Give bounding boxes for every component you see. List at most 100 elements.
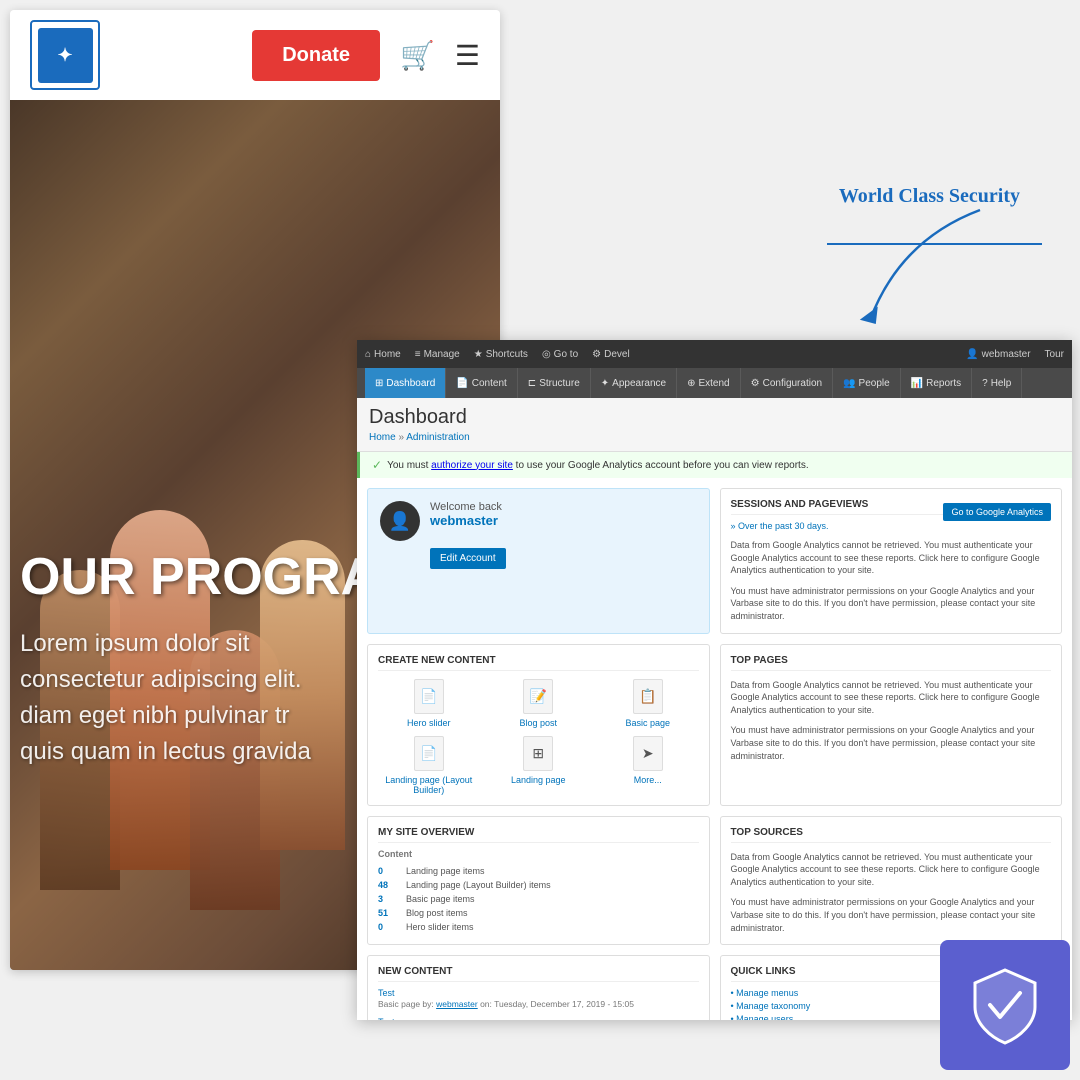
top-pages-title: TOP PAGES (731, 655, 1052, 671)
overview-item-4: 51 Blog post items (378, 906, 699, 920)
avatar: 👤 (380, 501, 420, 541)
devel-icon: ⚙ (592, 349, 601, 360)
nav-content-label: Content (472, 378, 507, 389)
overview-section: Content (378, 849, 699, 859)
toolbar-home[interactable]: ⌂ Home (365, 349, 401, 360)
shortcuts-icon: ★ (474, 349, 483, 360)
top-pages-text2: You must have administrator permissions … (731, 724, 1052, 762)
check-icon: ✓ (372, 458, 382, 472)
edit-account-button[interactable]: Edit Account (430, 548, 506, 569)
logo: ✦ (30, 20, 100, 90)
toolbar-manage[interactable]: ≡ Manage (415, 349, 460, 360)
nav-dashboard[interactable]: ⊞ Dashboard (365, 368, 446, 398)
nav-people[interactable]: 👥 People (833, 368, 901, 398)
sessions-text1: Data from Google Analytics cannot be ret… (731, 539, 1052, 577)
nav-content[interactable]: 📄 Content (446, 368, 517, 398)
landing-layout-label: Landing page (Layout Builder) (378, 775, 480, 795)
blog-post-label: Blog post (519, 718, 557, 728)
username-display: webmaster (430, 513, 697, 528)
home-icon: ⌂ (365, 349, 371, 360)
overview-item-5: 0 Hero slider items (378, 920, 699, 934)
new-content-title: NEW CONTENT (378, 966, 699, 982)
create-landing-layout[interactable]: 📄 Landing page (Layout Builder) (378, 736, 480, 795)
content-icon: 📄 (456, 378, 468, 389)
breadcrumb-home[interactable]: Home (369, 432, 396, 443)
count-1: 0 (378, 866, 398, 876)
nav-structure-label: Structure (539, 378, 580, 389)
website-header: ✦ Donate 🛒 ☰ (10, 10, 500, 100)
admin-dashboard: ⌂ Home ≡ Manage ★ Shortcuts ◎ Go to ⚙ De… (357, 340, 1072, 1020)
nav-extend-label: Extend (698, 378, 729, 389)
nav-appearance-label: Appearance (612, 378, 666, 389)
content-link-2[interactable]: Test (378, 1017, 699, 1020)
create-grid: 📄 Hero slider 📝 Blog post 📋 Basic page 📄… (378, 679, 699, 795)
annotation-underline (827, 243, 1042, 245)
reports-icon: 📊 (911, 378, 923, 389)
nav-reports[interactable]: 📊 Reports (901, 368, 972, 398)
avatar-icon: 👤 (389, 511, 411, 532)
toolbar-devel[interactable]: ⚙ Devel (592, 349, 630, 360)
create-landing-page[interactable]: ⊞ Landing page (488, 736, 590, 795)
create-blog-post[interactable]: 📝 Blog post (488, 679, 590, 728)
count-3: 3 (378, 894, 398, 904)
basic-page-icon: 📋 (633, 679, 663, 714)
nav-configuration[interactable]: ⚙ Configuration (741, 368, 833, 398)
create-hero-slider[interactable]: 📄 Hero slider (378, 679, 480, 728)
nav-structure[interactable]: ⊏ Structure (518, 368, 591, 398)
top-pages-text1: Data from Google Analytics cannot be ret… (731, 679, 1052, 717)
breadcrumb: Home » Administration (369, 432, 1060, 443)
label-4: Blog post items (406, 908, 468, 918)
nav-reports-label: Reports (926, 378, 961, 389)
content-link-1[interactable]: Test (378, 988, 699, 998)
author-link-1[interactable]: webmaster (436, 999, 478, 1009)
nav-help[interactable]: ? Help (972, 368, 1022, 398)
landing-layout-icon: 📄 (414, 736, 444, 771)
security-shield (940, 940, 1070, 1070)
logo-inner: ✦ (38, 28, 93, 83)
authorize-link[interactable]: authorize your site (431, 460, 513, 471)
welcome-text: Welcome back webmaster Edit Account (430, 501, 697, 569)
dashboard-content: 👤 Welcome back webmaster Edit Account SE… (357, 478, 1072, 1020)
toolbar-devel-label: Devel (604, 349, 630, 360)
hero-slider-label: Hero slider (407, 718, 451, 728)
content-meta-1: Basic page by: webmaster on: Tuesday, De… (378, 999, 699, 1009)
create-basic-page[interactable]: 📋 Basic page (597, 679, 699, 728)
hamburger-icon[interactable]: ☰ (455, 39, 480, 72)
alert-bar: ✓ You must authorize your site to use yo… (357, 452, 1072, 478)
help-icon: ? (982, 378, 988, 389)
more-icon: ➤ (633, 736, 663, 771)
extend-icon: ⊕ (687, 378, 695, 389)
nav-help-label: Help (991, 378, 1012, 389)
nav-extend[interactable]: ⊕ Extend (677, 368, 741, 398)
top-sources-card: TOP SOURCES Data from Google Analytics c… (720, 816, 1063, 946)
nav-dashboard-label: Dashboard (386, 378, 435, 389)
welcome-card: 👤 Welcome back webmaster Edit Account (367, 488, 710, 634)
landing-page-label: Landing page (511, 775, 566, 785)
welcome-back-label: Welcome back (430, 501, 697, 513)
label-5: Hero slider items (406, 922, 474, 932)
cart-icon[interactable]: 🛒 (400, 39, 435, 72)
donate-button[interactable]: Donate (252, 30, 380, 81)
user-icon: 👤 (966, 349, 978, 360)
hero-slider-icon: 📄 (414, 679, 444, 714)
dashboard-title: Dashboard (369, 406, 1060, 429)
breadcrumb-admin[interactable]: Administration (406, 432, 469, 443)
label-2: Landing page (Layout Builder) items (406, 880, 551, 890)
label-1: Landing page items (406, 866, 485, 876)
create-title: CREATE NEW CONTENT (378, 655, 699, 671)
top-pages-card: TOP PAGES Data from Google Analytics can… (720, 644, 1063, 806)
dashboard-header: Dashboard Home » Administration (357, 398, 1072, 452)
nav-appearance[interactable]: ✦ Appearance (591, 368, 677, 398)
toolbar-user[interactable]: 👤 webmaster (966, 349, 1030, 360)
sessions-text2: You must have administrator permissions … (731, 585, 1052, 623)
new-content-item-1: Test Basic page by: webmaster on: Tuesda… (378, 988, 699, 1009)
create-more[interactable]: ➤ More... (597, 736, 699, 795)
toolbar-shortcuts-label: Shortcuts (486, 349, 528, 360)
logo-text: ✦ (57, 45, 72, 66)
toolbar-goto[interactable]: ◎ Go to (542, 349, 578, 360)
toolbar-home-label: Home (374, 349, 401, 360)
go-analytics-button[interactable]: Go to Google Analytics (943, 503, 1051, 521)
toolbar-tour[interactable]: Tour (1045, 349, 1064, 360)
create-content-card: CREATE NEW CONTENT 📄 Hero slider 📝 Blog … (367, 644, 710, 806)
toolbar-shortcuts[interactable]: ★ Shortcuts (474, 349, 528, 360)
